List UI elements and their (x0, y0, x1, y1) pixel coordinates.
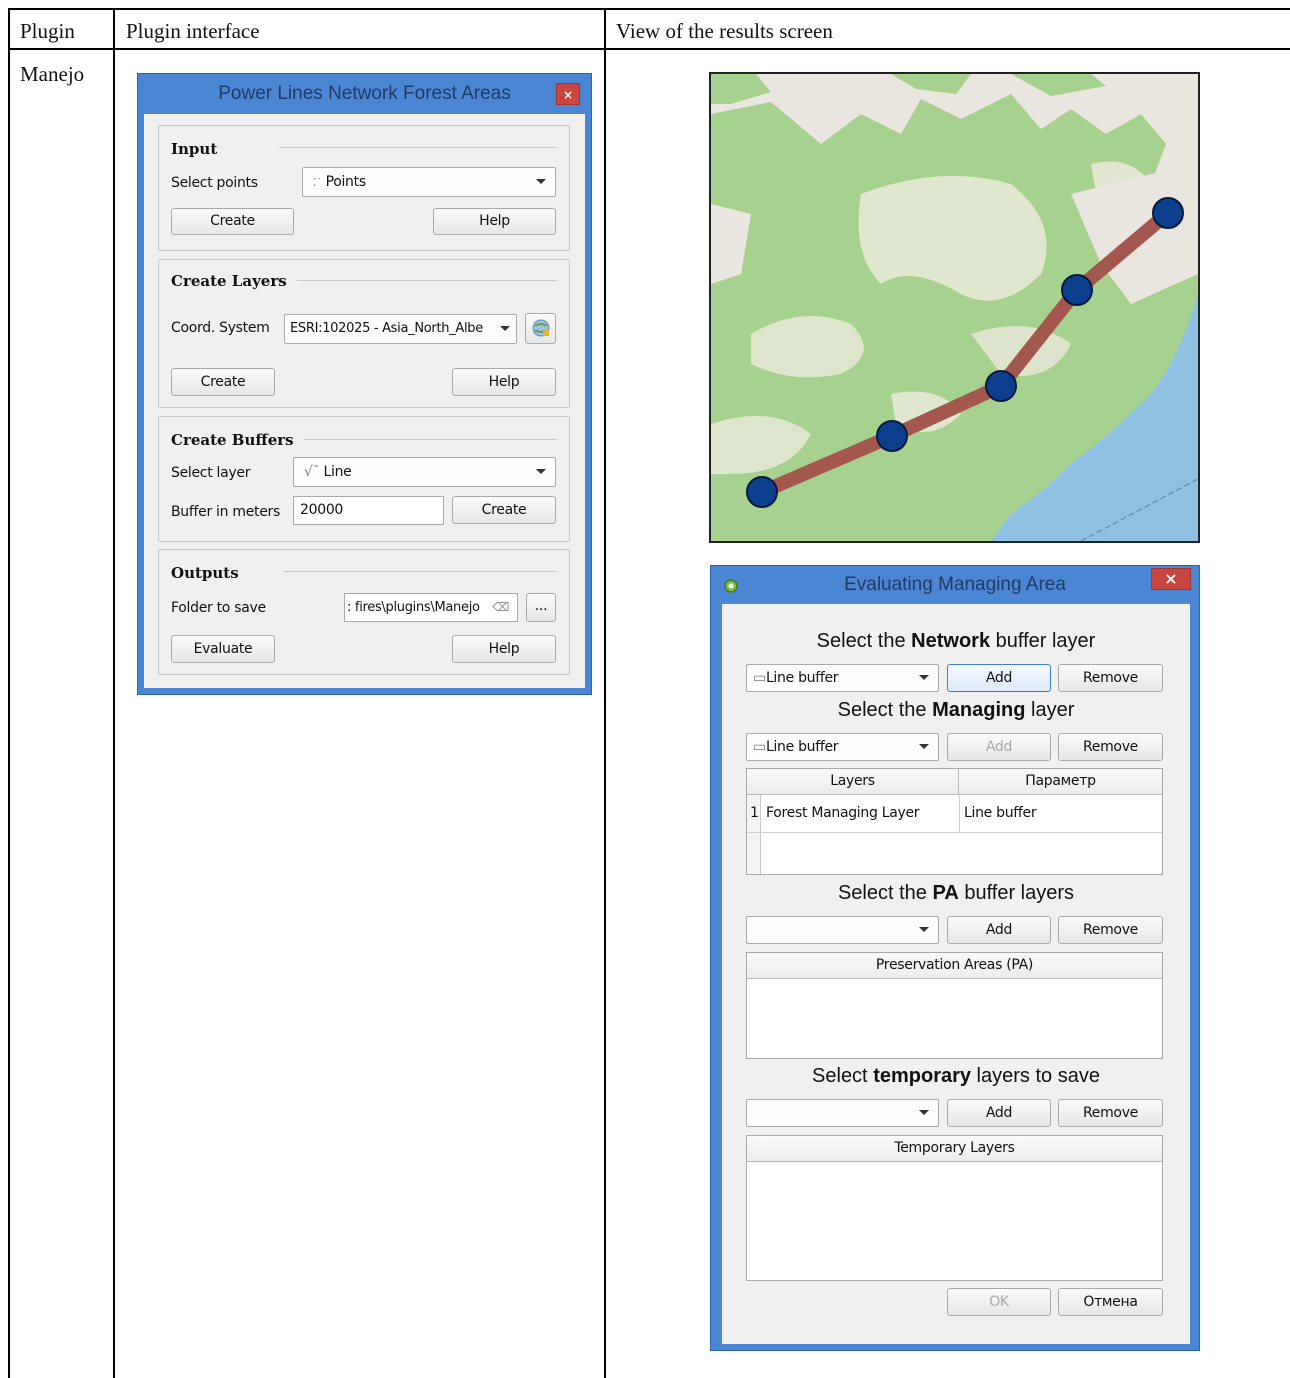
input-create-button[interactable]: Create (171, 208, 294, 235)
coord-system-label: Coord. System (171, 320, 270, 336)
projection-picker-button[interactable] (525, 313, 556, 344)
pa-list[interactable]: Preservation Areas (PA) (746, 952, 1163, 1059)
chevron-down-icon (919, 744, 929, 749)
points-combo-value: Points (325, 174, 367, 190)
tower-node (876, 420, 908, 452)
chevron-down-icon (500, 326, 510, 331)
tower-node (985, 370, 1017, 402)
temporary-list-header[interactable]: Temporary Layers (747, 1136, 1162, 1162)
polygon-layer-icon: ▭ (753, 670, 766, 686)
row-layer-name: Forest Managing Layer (766, 805, 920, 821)
chevron-down-icon (919, 675, 929, 680)
dialog-body: Select the Network buffer layer ▭Line bu… (722, 604, 1190, 1344)
results-map (709, 72, 1200, 543)
evaluate-button[interactable]: Evaluate (171, 635, 275, 663)
input-help-button[interactable]: Help (433, 208, 556, 235)
layers-help-button[interactable]: Help (452, 368, 556, 396)
points-layer-icon: ⁚˙ (313, 176, 322, 189)
header-plugin: Plugin (20, 19, 75, 43)
managing-layer-combo[interactable]: ▭Line buffer (746, 733, 939, 761)
globe-icon (532, 319, 549, 337)
select-points-label: Select points (171, 175, 258, 191)
network-layer-combo[interactable]: ▭Line buffer (746, 664, 939, 692)
outputs-help-button[interactable]: Help (452, 635, 556, 663)
temporary-list[interactable]: Temporary Layers (746, 1135, 1163, 1281)
chevron-down-icon (536, 469, 546, 474)
dialog-title: Evaluating Managing Area (844, 574, 1066, 595)
chevron-down-icon (919, 927, 929, 932)
outputs-title: Outputs (171, 564, 249, 582)
column-header-layers[interactable]: Layers (747, 769, 959, 795)
folder-path-input[interactable]: : fires\plugins\Manejo ⌫ (344, 593, 518, 622)
cancel-button[interactable]: Отмена (1058, 1288, 1163, 1316)
network-combo-value: Line buffer (765, 670, 839, 686)
create-layers-group: Create Layers Coord. System ESRI:102025 … (158, 259, 570, 408)
outputs-group: Outputs Folder to save : fires\plugins\M… (158, 549, 570, 675)
managing-add-button[interactable]: Add (947, 733, 1051, 761)
folder-path-value: : fires\plugins\Manejo (347, 600, 480, 615)
network-heading: Select the Network buffer layer (816, 630, 1096, 652)
table-row[interactable]: 1 Forest Managing Layer Line buffer (747, 795, 1162, 833)
coord-system-combo[interactable]: ESRI:102025 - Asia_North_Albe (284, 314, 517, 344)
temporary-add-button[interactable]: Add (947, 1099, 1051, 1127)
close-button[interactable]: × (556, 83, 580, 105)
input-group-title: Input (171, 140, 228, 158)
buffers-create-button[interactable]: Create (452, 496, 556, 524)
folder-save-label: Folder to save (171, 600, 266, 616)
evaluating-dialog: Evaluating Managing Area × Select the Ne… (710, 565, 1200, 1351)
line-layer-icon: √ˉ (304, 464, 320, 480)
browse-folder-button[interactable]: ... (526, 593, 556, 622)
coord-system-value: ESRI:102025 - Asia_North_Albe (290, 321, 483, 336)
column-header-parameter[interactable]: Параметр (959, 769, 1162, 795)
line-layer-value: Line (323, 464, 352, 480)
row-parameter: Line buffer (964, 805, 1037, 821)
points-combo[interactable]: ⁚˙ Points (302, 167, 556, 197)
create-buffers-title: Create Buffers (171, 431, 304, 449)
pa-remove-button[interactable]: Remove (1058, 916, 1163, 944)
pa-add-button[interactable]: Add (947, 916, 1051, 944)
cell-divider (959, 795, 960, 833)
power-lines-dialog: Power Lines Network Forest Areas × Input… (137, 73, 592, 695)
network-remove-button[interactable]: Remove (1058, 664, 1163, 692)
ok-button[interactable]: OK (947, 1288, 1051, 1316)
managing-remove-button[interactable]: Remove (1058, 733, 1163, 761)
select-layer-label: Select layer (171, 465, 251, 481)
temporary-heading: Select temporary layers to save (812, 1065, 1100, 1087)
chevron-down-icon (536, 179, 546, 184)
pa-list-header[interactable]: Preservation Areas (PA) (747, 953, 1162, 979)
tower-node (1152, 197, 1184, 229)
layers-create-button[interactable]: Create (171, 368, 275, 396)
pa-heading: Select the PA buffer layers (837, 882, 1075, 904)
header-plugin-interface: Plugin interface (126, 19, 260, 43)
clear-field-icon[interactable]: ⌫ (492, 594, 509, 621)
create-buffers-group: Create Buffers Select layer √ˉ Line Buff… (158, 416, 570, 542)
pa-layer-combo[interactable] (746, 916, 939, 944)
layers-table: Layers Параметр 1 Forest Managing Layer … (746, 768, 1163, 875)
row-label-manejo: Manejo (20, 62, 85, 86)
chevron-down-icon (919, 1110, 929, 1115)
managing-heading: Select the Managing layer (837, 699, 1075, 721)
buffer-meters-label: Buffer in meters (171, 504, 280, 520)
create-layers-title: Create Layers (171, 272, 297, 290)
temporary-layer-combo[interactable] (746, 1099, 939, 1127)
line-layer-combo[interactable]: √ˉ Line (293, 457, 556, 487)
dialog-title: Power Lines Network Forest Areas (218, 83, 511, 104)
input-group: Input Select points ⁚˙ Points Create Hel… (158, 125, 570, 251)
tower-node (746, 476, 778, 508)
tower-node (1061, 274, 1093, 306)
managing-combo-value: Line buffer (765, 739, 839, 755)
header-results-view: View of the results screen (616, 19, 833, 43)
dialog-body: Input Select points ⁚˙ Points Create Hel… (144, 114, 585, 688)
row-index: 1 (750, 805, 759, 821)
network-add-button[interactable]: Add (947, 664, 1051, 692)
temporary-remove-button[interactable]: Remove (1058, 1099, 1163, 1127)
polygon-layer-icon: ▭ (753, 739, 766, 755)
close-button[interactable]: × (1151, 568, 1191, 590)
buffer-meters-input[interactable]: 20000 (293, 496, 444, 525)
